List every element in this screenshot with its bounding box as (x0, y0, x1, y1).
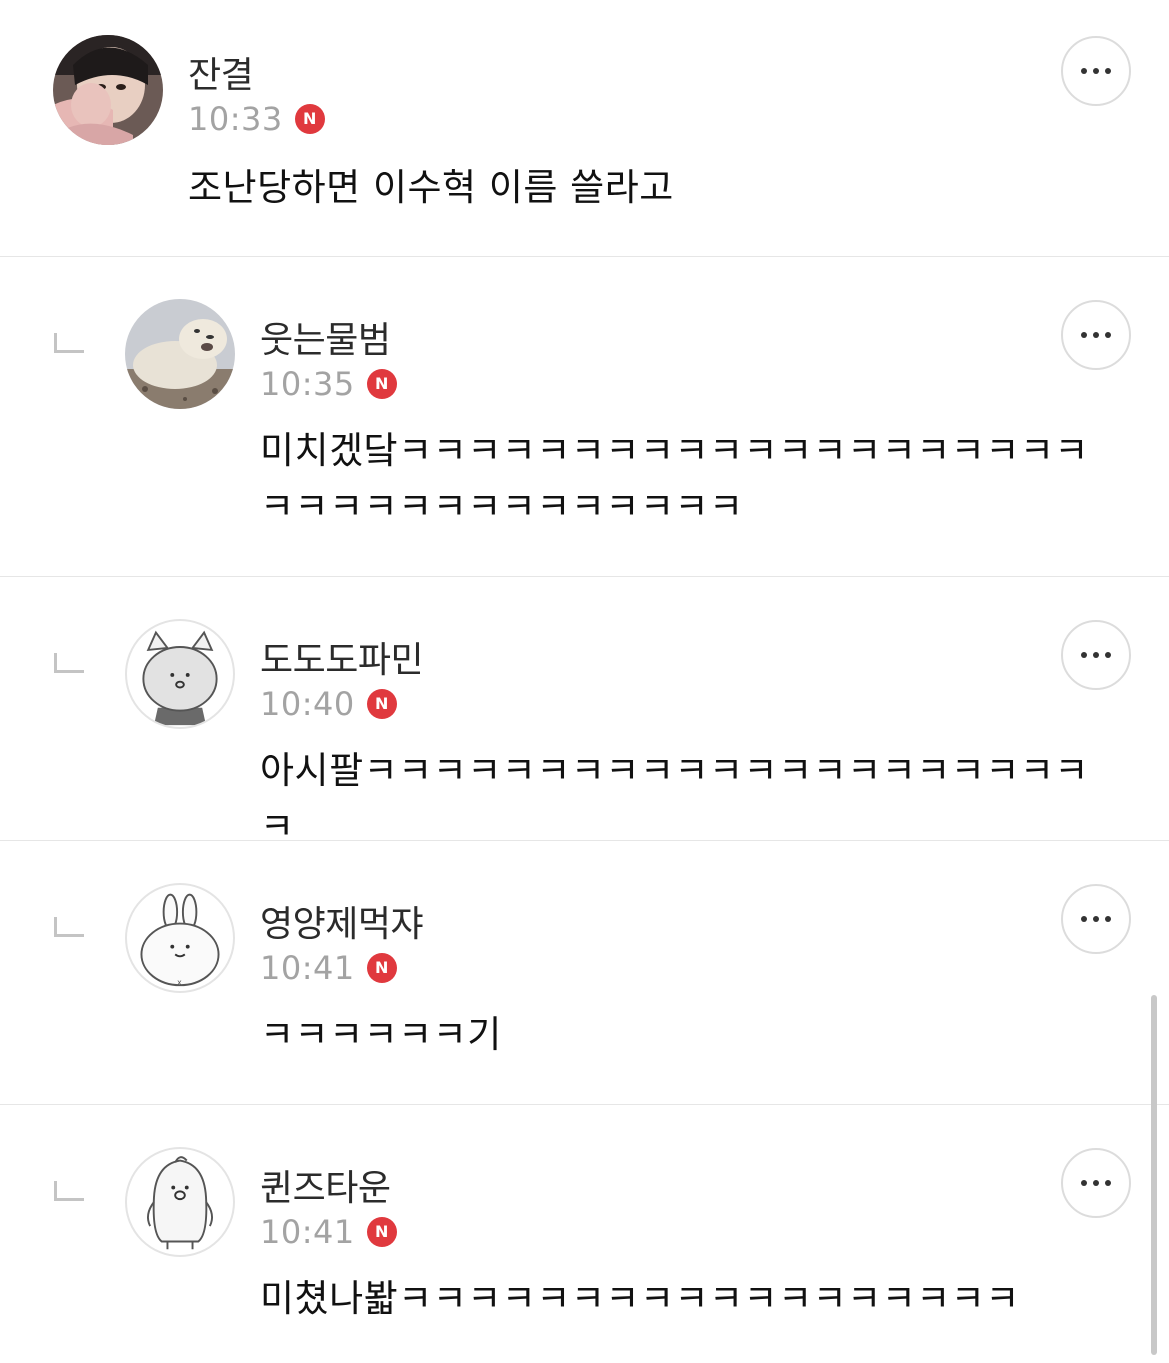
comment-text: 미쳤나봛ㅋㅋㅋㅋㅋㅋㅋㅋㅋㅋㅋㅋㅋㅋㅋㅋㅋㅋ (260, 1277, 1020, 1320)
comment-author[interactable]: 웃는물범 (260, 311, 391, 363)
comment-time: 10:41 (260, 949, 355, 987)
avatar[interactable] (125, 299, 235, 409)
more-dot (1105, 332, 1111, 338)
more-dot (1105, 68, 1111, 74)
more-dot (1093, 68, 1099, 74)
new-badge-icon: N (366, 953, 397, 983)
reply-corner-icon (54, 917, 84, 937)
comment-item: 잔결 10:33 N 조난당하면 이수혁 이름 쓸라고 (0, 0, 1169, 257)
reply-corner-icon (54, 653, 84, 673)
more-dot (1105, 1180, 1111, 1186)
more-options-button[interactable] (1061, 1148, 1131, 1218)
more-dot (1093, 652, 1099, 658)
more-horizontal-icon (1081, 652, 1087, 658)
comment-author[interactable]: 도도도파민 (260, 631, 424, 683)
new-badge-icon: N (366, 689, 397, 719)
comment-meta: 10:41 N (260, 1213, 397, 1251)
comment-text: 미치겠닼ㅋㅋㅋㅋㅋㅋㅋㅋㅋㅋㅋㅋㅋㅋㅋㅋㅋㅋㅋㅋㅋㅋㅋㅋㅋㅋㅋㅋㅋㅋㅋㅋㅋㅋ (260, 429, 1089, 528)
rabbit-avatar-icon: x (140, 893, 220, 987)
more-horizontal-icon (1081, 68, 1087, 74)
photo-avatar-icon (53, 35, 163, 145)
comment-time: 10:33 (188, 100, 283, 138)
comment-time: 10:41 (260, 1213, 355, 1251)
comment-meta: 10:33 N (188, 100, 325, 138)
more-dot (1093, 916, 1099, 922)
more-options-button[interactable] (1061, 620, 1131, 690)
comment-meta: 10:40 N (260, 685, 397, 723)
reply-item: 웃는물범 10:35 N 미치겠닼ㅋㅋㅋㅋㅋㅋㅋㅋㅋㅋㅋㅋㅋㅋㅋㅋㅋㅋㅋㅋㅋㅋㅋ… (0, 257, 1169, 577)
comment-text: 아시팔ㅋㅋㅋㅋㅋㅋㅋㅋㅋㅋㅋㅋㅋㅋㅋㅋㅋㅋㅋㅋㅋㅋ (260, 749, 1089, 848)
avatar[interactable] (125, 1147, 235, 1257)
comment-time: 10:35 (260, 365, 355, 403)
more-horizontal-icon (1081, 332, 1087, 338)
new-badge-icon: N (366, 1217, 397, 1247)
scrollbar[interactable] (1151, 995, 1157, 1355)
avatar[interactable] (125, 619, 235, 729)
new-badge-icon: N (366, 369, 397, 399)
penguin-avatar-icon (146, 1156, 214, 1250)
comment-text: ㅋㅋㅋㅋㅋㅋ기 (260, 1013, 502, 1056)
comment-meta: 10:35 N (260, 365, 397, 403)
comment-author[interactable]: 영양제먹쟈 (260, 895, 424, 947)
more-dot (1105, 916, 1111, 922)
more-horizontal-icon (1081, 916, 1087, 922)
comment-text: 조난당하면 이수혁 이름 쓸라고 (188, 166, 674, 209)
reply-corner-icon (54, 1181, 84, 1201)
more-dot (1093, 332, 1099, 338)
comment-author[interactable]: 퀸즈타운 (260, 1159, 391, 1211)
more-dot (1093, 1180, 1099, 1186)
reply-item: 퀸즈타운 10:41 N 미쳤나봛ㅋㅋㅋㅋㅋㅋㅋㅋㅋㅋㅋㅋㅋㅋㅋㅋㅋㅋ (0, 1105, 1169, 1363)
comment-meta: 10:41 N (260, 949, 397, 987)
svg-text:x: x (177, 978, 182, 987)
comment-author[interactable]: 잔결 (188, 46, 254, 98)
avatar[interactable]: x (125, 883, 235, 993)
more-dot (1105, 652, 1111, 658)
comment-time: 10:40 (260, 685, 355, 723)
reply-corner-icon (54, 333, 84, 353)
cat-avatar-icon (142, 630, 218, 726)
avatar[interactable] (53, 35, 163, 145)
reply-item: x 영양제먹쟈 10:41 N ㅋㅋㅋㅋㅋㅋ기 (0, 841, 1169, 1105)
new-badge-icon: N (294, 104, 325, 134)
more-options-button[interactable] (1061, 36, 1131, 106)
seal-avatar-icon (125, 299, 235, 409)
more-horizontal-icon (1081, 1180, 1087, 1186)
more-options-button[interactable] (1061, 884, 1131, 954)
more-options-button[interactable] (1061, 300, 1131, 370)
reply-item: 도도도파민 10:40 N 아시팔ㅋㅋㅋㅋㅋㅋㅋㅋㅋㅋㅋㅋㅋㅋㅋㅋㅋㅋㅋㅋㅋㅋ (0, 577, 1169, 848)
